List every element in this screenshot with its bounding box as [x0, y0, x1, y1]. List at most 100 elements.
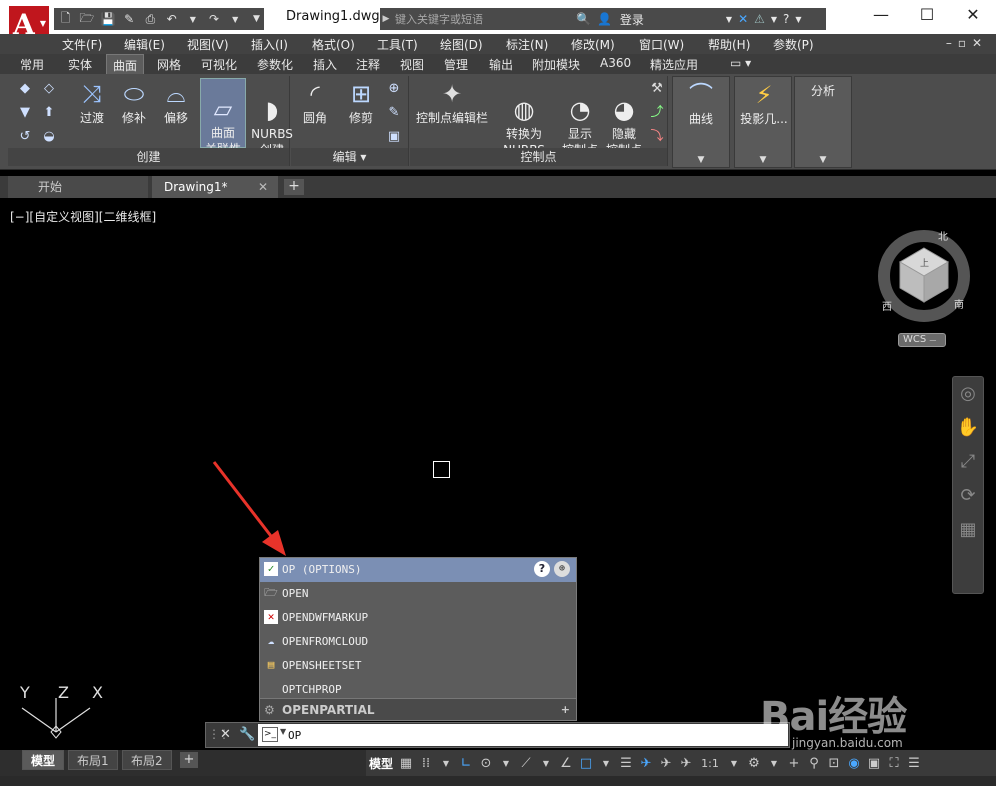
menu-parameter[interactable]: 参数(P) [773, 36, 814, 53]
ortho-icon[interactable]: ∟ [456, 756, 476, 771]
analysis-button[interactable]: 分析 [799, 83, 847, 99]
user-icon[interactable]: 👤 [597, 12, 612, 26]
autocomplete-item-openfromcloud[interactable]: ☁ OPENFROMCLOUD [260, 630, 576, 654]
menu-draw[interactable]: 绘图(D) [440, 36, 483, 53]
clean-screen-icon[interactable]: ⛶ [884, 756, 904, 771]
menu-format[interactable]: 格式(O) [312, 36, 355, 53]
redo-icon[interactable]: ↷ [206, 12, 221, 26]
menu-window[interactable]: 窗口(W) [639, 36, 684, 53]
customization-menu-icon[interactable]: ☰ [904, 756, 924, 771]
layout-tab-layout1[interactable]: 布局1 [68, 750, 118, 770]
menu-dimension[interactable]: 标注(N) [506, 36, 548, 53]
group-edit-title[interactable]: 编辑 ▾ [291, 148, 408, 166]
planar-surface-icon[interactable]: ◇ [40, 80, 58, 98]
curves-panel[interactable]: ⌒ 曲线 ▼ [672, 76, 730, 168]
object-snap-icon[interactable]: □ [576, 756, 596, 771]
menu-help[interactable]: 帮助(H) [708, 36, 750, 53]
tab-home[interactable]: 常用 [20, 56, 44, 73]
project-panel[interactable]: ⚡ 投影几... ▼ [734, 76, 792, 168]
close-icon[interactable]: ✕ [258, 176, 268, 198]
maximize-button[interactable]: ☐ [904, 0, 950, 32]
tab-surface[interactable]: 曲面 [106, 54, 145, 74]
tab-solid[interactable]: 实体 [68, 56, 92, 73]
extend-icon[interactable]: ✎ [385, 104, 403, 122]
annotation-monitor-icon[interactable]: + [784, 756, 804, 771]
login-dropdown-icon[interactable]: ▼ [726, 15, 732, 24]
tab-parametric[interactable]: 参数化 [257, 56, 293, 73]
recent-commands-icon[interactable]: ▼ [280, 727, 286, 736]
analysis-panel[interactable]: 分析 ▼ [794, 76, 852, 168]
tab-insert[interactable]: 插入 [313, 56, 337, 73]
auto-scale-icon[interactable]: ✈ [656, 756, 676, 771]
trim-button[interactable]: ⊞ 修剪 [341, 80, 381, 126]
scale-dropdown-icon[interactable]: ▼ [724, 759, 744, 768]
nurbs-creation-button[interactable]: ◗NURBS 创建 [250, 80, 294, 158]
loft-surface-icon[interactable]: ⬆ [40, 104, 58, 122]
quick-properties-icon[interactable]: ⊡ [824, 756, 844, 771]
annotation-visibility-icon[interactable]: ✈ [636, 756, 656, 771]
undo-icon[interactable]: ↶ [164, 12, 179, 26]
sweep-surface-icon[interactable]: ↺ [16, 128, 34, 146]
hardware-acceleration-icon[interactable]: ▣ [864, 756, 884, 771]
annotation-scale-value[interactable]: 1:1 [696, 757, 724, 770]
cv-edit-bar-button[interactable]: ✦ 控制点编辑栏 [412, 80, 492, 126]
search-web-icon[interactable]: ⊕ [554, 561, 570, 577]
menu-modify[interactable]: 修改(M) [571, 36, 615, 53]
surface-associativity-button[interactable]: ▱曲面 关联性 [200, 78, 246, 156]
object-snap-tracking-icon[interactable]: ∠ [556, 756, 576, 771]
menu-tools[interactable]: 工具(T) [377, 36, 418, 53]
steering-wheel-icon[interactable]: ◎ [953, 377, 983, 411]
untrim-icon[interactable]: ⊕ [385, 80, 403, 98]
fillet-button[interactable]: ◜ 圆角 [295, 80, 335, 126]
autocomplete-item-opensheetset[interactable]: ▤ OPENSHEETSET [260, 654, 576, 678]
wcs-menu[interactable]: WCS — [898, 333, 946, 347]
model-space-button[interactable]: 模型 [366, 755, 396, 772]
autocomplete-item-openpartial[interactable]: ⚙ OPENPARTIAL + [260, 698, 576, 720]
pan-icon[interactable]: ✋ [953, 411, 983, 445]
menu-file[interactable]: 文件(F) [62, 36, 102, 53]
add-cv-icon[interactable]: ⤴ [648, 104, 666, 122]
show-cv-button[interactable]: ◔显示 控制点 [558, 80, 602, 158]
convert-to-nurbs-button[interactable]: ◍转换为 NURBS [498, 80, 550, 158]
layout-tab-layout2[interactable]: 布局2 [122, 750, 172, 770]
units-icon[interactable]: ⚲ [804, 756, 824, 771]
rebuild-icon[interactable]: ⚒ [648, 80, 666, 98]
save-as-icon[interactable]: ✎ [122, 12, 137, 26]
osnap-dropdown-icon[interactable]: ▼ [596, 759, 616, 768]
search-input[interactable] [392, 8, 570, 30]
file-tab-drawing1[interactable]: Drawing1* ✕ [152, 176, 278, 198]
tab-manage[interactable]: 管理 [444, 56, 468, 73]
grid-icon[interactable]: ▦ [396, 756, 416, 771]
add-layout-button[interactable]: + [180, 752, 198, 768]
workspace-dropdown-icon[interactable]: ▼ [764, 759, 784, 768]
viewcube[interactable]: 上 北 西 南 [876, 228, 972, 324]
polar-dropdown-icon[interactable]: ▼ [496, 759, 516, 768]
orbit-icon[interactable]: ⟳ [953, 479, 983, 513]
customize-qat-icon[interactable]: ▼ [249, 14, 264, 24]
minimize-button[interactable]: — [858, 0, 904, 32]
save-icon[interactable]: 💾 [100, 12, 116, 26]
expand-icon[interactable]: + [561, 699, 570, 721]
tab-mesh[interactable]: 网格 [157, 56, 181, 73]
isodraft-dropdown-icon[interactable]: ▼ [536, 759, 556, 768]
sculpt-icon[interactable]: ▣ [385, 128, 403, 146]
menu-edit[interactable]: 编辑(E) [124, 36, 165, 53]
lineweight-icon[interactable]: ☰ [616, 756, 636, 771]
annotation-scale-icon[interactable]: ✈ [676, 756, 696, 771]
ribbon-minimize-icon[interactable]: ▭ ▾ [730, 56, 751, 70]
layout-tab-model[interactable]: 模型 [22, 750, 65, 770]
close-button[interactable]: ✕ [950, 0, 996, 32]
menu-insert[interactable]: 插入(I) [251, 36, 288, 53]
binoculars-icon[interactable]: 🔍 [576, 12, 591, 26]
help-icon[interactable]: ? [534, 561, 550, 577]
new-file-icon[interactable]: 🗋 [58, 9, 73, 30]
autocomplete-item-open[interactable]: 🗁 OPEN [260, 582, 576, 606]
project-geometry-button[interactable]: ⚡ 投影几... [737, 81, 791, 127]
isolate-objects-icon[interactable]: ◉ [844, 756, 864, 771]
snap-dropdown-icon[interactable]: ▼ [436, 759, 456, 768]
apps-dropdown-icon[interactable]: ▼ [771, 15, 777, 24]
autodesk-apps-icon[interactable]: ⚠ [754, 12, 765, 26]
command-input[interactable] [288, 726, 768, 744]
curves-button[interactable]: ⌒ 曲线 [677, 81, 725, 127]
tab-a360[interactable]: A360 [600, 56, 631, 70]
